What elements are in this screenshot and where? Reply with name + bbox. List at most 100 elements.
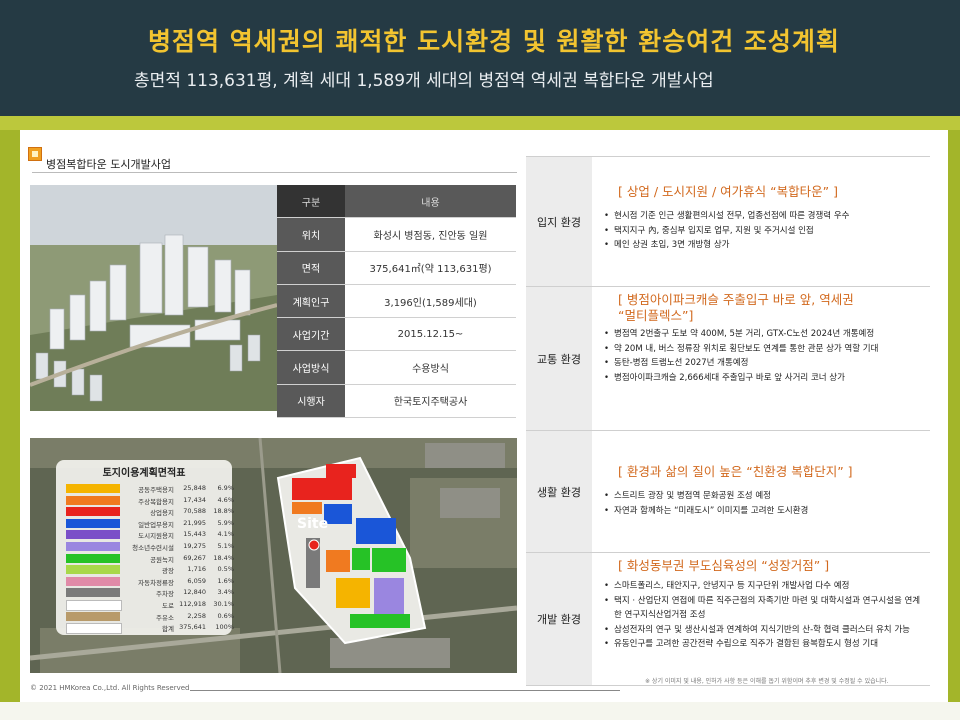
header-banner (0, 0, 960, 128)
copyright-text: © 2021 HMKorea Co.,Ltd. All Rights Reser… (30, 684, 190, 692)
legend-name: 청소년수련시설 (132, 544, 174, 552)
legend-percent: 100% (215, 623, 234, 632)
legend-row: 일반업무용지 21,995 5.9% (66, 518, 234, 529)
info-row-area: 면적 375,641㎡(약 113,631평) (277, 251, 516, 285)
legend-percent: 18.8% (213, 507, 234, 516)
legend-row: 주상복합용지 17,434 4.6% (66, 495, 234, 506)
env-row-development: 개발 환경 [ 화성동부권 부도심육성의 “성장거점” ] 스마트폴리스, 태안… (526, 552, 930, 686)
info-value: 375,641㎡(약 113,631평) (345, 251, 516, 285)
info-key: 사업방식 (277, 350, 345, 385)
legend-area: 21,995 (183, 518, 206, 527)
info-value: 한국토지주택공사 (345, 384, 516, 419)
legend-row: 주차장 12,840 3.4% (66, 587, 234, 599)
info-row-developer: 시행자 한국토지주택공사 (277, 384, 516, 419)
info-value: 2015.12.15~ (345, 317, 516, 352)
env-row-headline: [ 화성동부권 부도심육성의 “성장거점” ] (618, 558, 830, 573)
env-row-headline: [ 상업 / 도시지원 / 여가휴식 “복합타운” ] (618, 184, 838, 199)
bullet-item: 삼성전자의 연구 및 생산시설과 연계하여 지식기반의 산-학 협력 클러스터 … (604, 623, 926, 638)
env-row-label: 생활 환경 (526, 431, 592, 553)
bullet-item: 택지지구 內, 중심부 입지로 업무, 지원 및 주거시설 인접 (604, 224, 926, 239)
bullet-item: 병점역 2번출구 도보 약 400M, 5분 거리, GTX-C노선 2024년… (604, 327, 926, 342)
info-key: 사업기간 (277, 317, 345, 352)
legend-area: 112,918 (179, 600, 206, 608)
bullet-item: 병점아이파크캐슬 2,666세대 주출입구 바로 앞 사거리 코너 상가 (604, 371, 926, 386)
footer-bar (0, 702, 960, 720)
section-title: 병점복합타운 도시개발사업 (46, 158, 171, 171)
legend-name: 도로 (162, 602, 174, 610)
legend-name: 공동주택용지 (138, 486, 174, 494)
env-row-headline-2: “멀티플렉스”] (618, 308, 694, 323)
legend-row: 주유소 2,258 0.6% (66, 611, 234, 622)
env-row-living: 생활 환경 [ 환경과 삶의 질이 높은 “친환경 복합단지” ] 스트리트 광… (526, 430, 930, 553)
env-row-transport: 교통 환경 [ 병점아이파크캐슬 주출입구 바로 앞, 역세권 “멀티플렉스”]… (526, 286, 930, 431)
env-row-headline: [ 환경과 삶의 질이 높은 “친환경 복합단지” ] (618, 464, 853, 479)
legend-row: 공동주택용지 25,848 6.9% (66, 483, 234, 494)
legend-row: 도로 112,918 30.1% (66, 599, 234, 611)
legend-swatch (66, 484, 120, 493)
bullet-item: 메인 상권 초입, 3면 개방형 상가 (604, 238, 926, 253)
legend-swatch (66, 588, 120, 598)
legend-area: 15,443 (183, 530, 206, 539)
legend-row: 합계 375,641 100% (66, 622, 234, 635)
bullet-item: 약 20M 내, 버스 정류장 위치로 횡단보도 연계를 통한 관문 상가 역할… (604, 342, 926, 357)
legend-area: 12,840 (183, 588, 206, 597)
bullet-item: 택지 · 산업단지 연접에 따른 직주근접의 자족기반 마련 및 대학시설과 연… (604, 594, 926, 623)
bullet-item: 스트리트 광장 및 병점역 문화공원 조성 예정 (604, 489, 926, 504)
bullet-item: 스마트폴리스, 태안지구, 안녕지구 등 지구단위 개발사업 다수 예정 (604, 579, 926, 594)
section-divider (32, 172, 517, 173)
land-use-legend: 토지이용계획면적표 공동주택용지 25,848 6.9% 주상복합용지 17,434 4.… (56, 460, 234, 635)
page-subtitle: 총면적 113,631평, 계획 세대 1,589개 세대의 병점역 역세권 복… (134, 71, 714, 91)
legend-percent: 30.1% (213, 600, 234, 608)
info-row-location: 위치 화성시 병점동, 진안동 일원 (277, 217, 516, 252)
legend-swatch (66, 600, 122, 611)
env-row-bullets: 현시점 기준 인근 생활편의시설 전무, 업종선점에 따른 경쟁력 우수 택지지… (604, 209, 926, 253)
legend-percent: 1.6% (217, 576, 234, 585)
env-row-label: 입지 환경 (526, 157, 592, 287)
legend-percent: 5.9% (217, 518, 234, 527)
legend-swatch (66, 495, 120, 505)
legend-row: 도시지원용지 15,443 4.1% (66, 529, 234, 540)
legend-swatch (66, 507, 120, 517)
env-row-bullets: 병점역 2번출구 도보 약 400M, 5분 거리, GTX-C노선 2024년… (604, 327, 926, 385)
environment-table: 입지 환경 [ 상업 / 도시지원 / 여가휴식 “복합타운” ] 현시점 기준… (526, 156, 930, 686)
legend-name: 주유소 (156, 613, 174, 622)
bullet-item: 자연과 함께하는 “미래도시” 이미지를 고려한 도시환경 (604, 504, 926, 519)
legend-name: 자동차정류장 (138, 578, 174, 587)
legend-swatch (66, 611, 120, 621)
legend-swatch (66, 553, 120, 563)
legend-swatch (66, 576, 120, 586)
page-title: 병점역 역세권의 쾌적한 도시환경 및 원활한 환승여건 조성계획 (148, 27, 840, 56)
env-row-bullets: 스마트폴리스, 태안지구, 안녕지구 등 지구단위 개발사업 다수 예정 택지 … (604, 579, 926, 652)
legend-name: 주차장 (156, 590, 174, 599)
legend-percent: 18.4% (213, 553, 234, 562)
project-info-table: 구분 내용 위치 화성시 병점동, 진안동 일원 면적 375,641㎡(약 1… (277, 185, 516, 419)
info-row-period: 사업기간 2015.12.15~ (277, 317, 516, 352)
bullet-item: 현시점 기준 인근 생활편의시설 전무, 업종선점에 따른 경쟁력 우수 (604, 209, 926, 224)
legend-name: 합계 (162, 625, 174, 634)
legend-row: 자동차정류장 6,059 1.6% (66, 576, 234, 587)
info-value: 수용방식 (345, 350, 516, 385)
env-row-bullets: 스트리트 광장 및 병점역 문화공원 조성 예정 자연과 함께하는 “미래도시”… (604, 489, 926, 518)
legend-area: 25,848 (183, 484, 206, 492)
legend-area: 69,267 (183, 553, 206, 562)
info-row-population: 계획인구 3,196인(1,589세대) (277, 284, 516, 319)
legend-name: 광장 (162, 567, 174, 576)
section-bullet-icon (28, 147, 42, 161)
legend-area: 17,434 (183, 495, 206, 504)
legend-row: 광장 1,716 0.5% (66, 564, 234, 576)
legend-percent: 4.1% (217, 530, 234, 539)
disclaimer-text: ※ 상기 이미지 및 내용, 인허가 사항 등은 이해를 돕기 위함이며 추후 … (645, 678, 889, 685)
site-label: Site (297, 516, 329, 532)
legend-swatch (66, 542, 120, 551)
env-row-label: 개발 환경 (526, 553, 592, 685)
legend-swatch (66, 565, 120, 575)
legend-area: 19,275 (183, 542, 206, 550)
info-key: 계획인구 (277, 284, 345, 319)
legend-percent: 6.9% (217, 484, 234, 492)
legend-percent: 4.6% (217, 495, 234, 504)
legend-area: 2,258 (187, 611, 206, 620)
legend-percent: 0.6% (217, 611, 234, 620)
legend-name: 상업용지 (150, 509, 174, 518)
info-value: 화성시 병점동, 진안동 일원 (345, 217, 516, 252)
legend-percent: 0.5% (217, 565, 234, 574)
